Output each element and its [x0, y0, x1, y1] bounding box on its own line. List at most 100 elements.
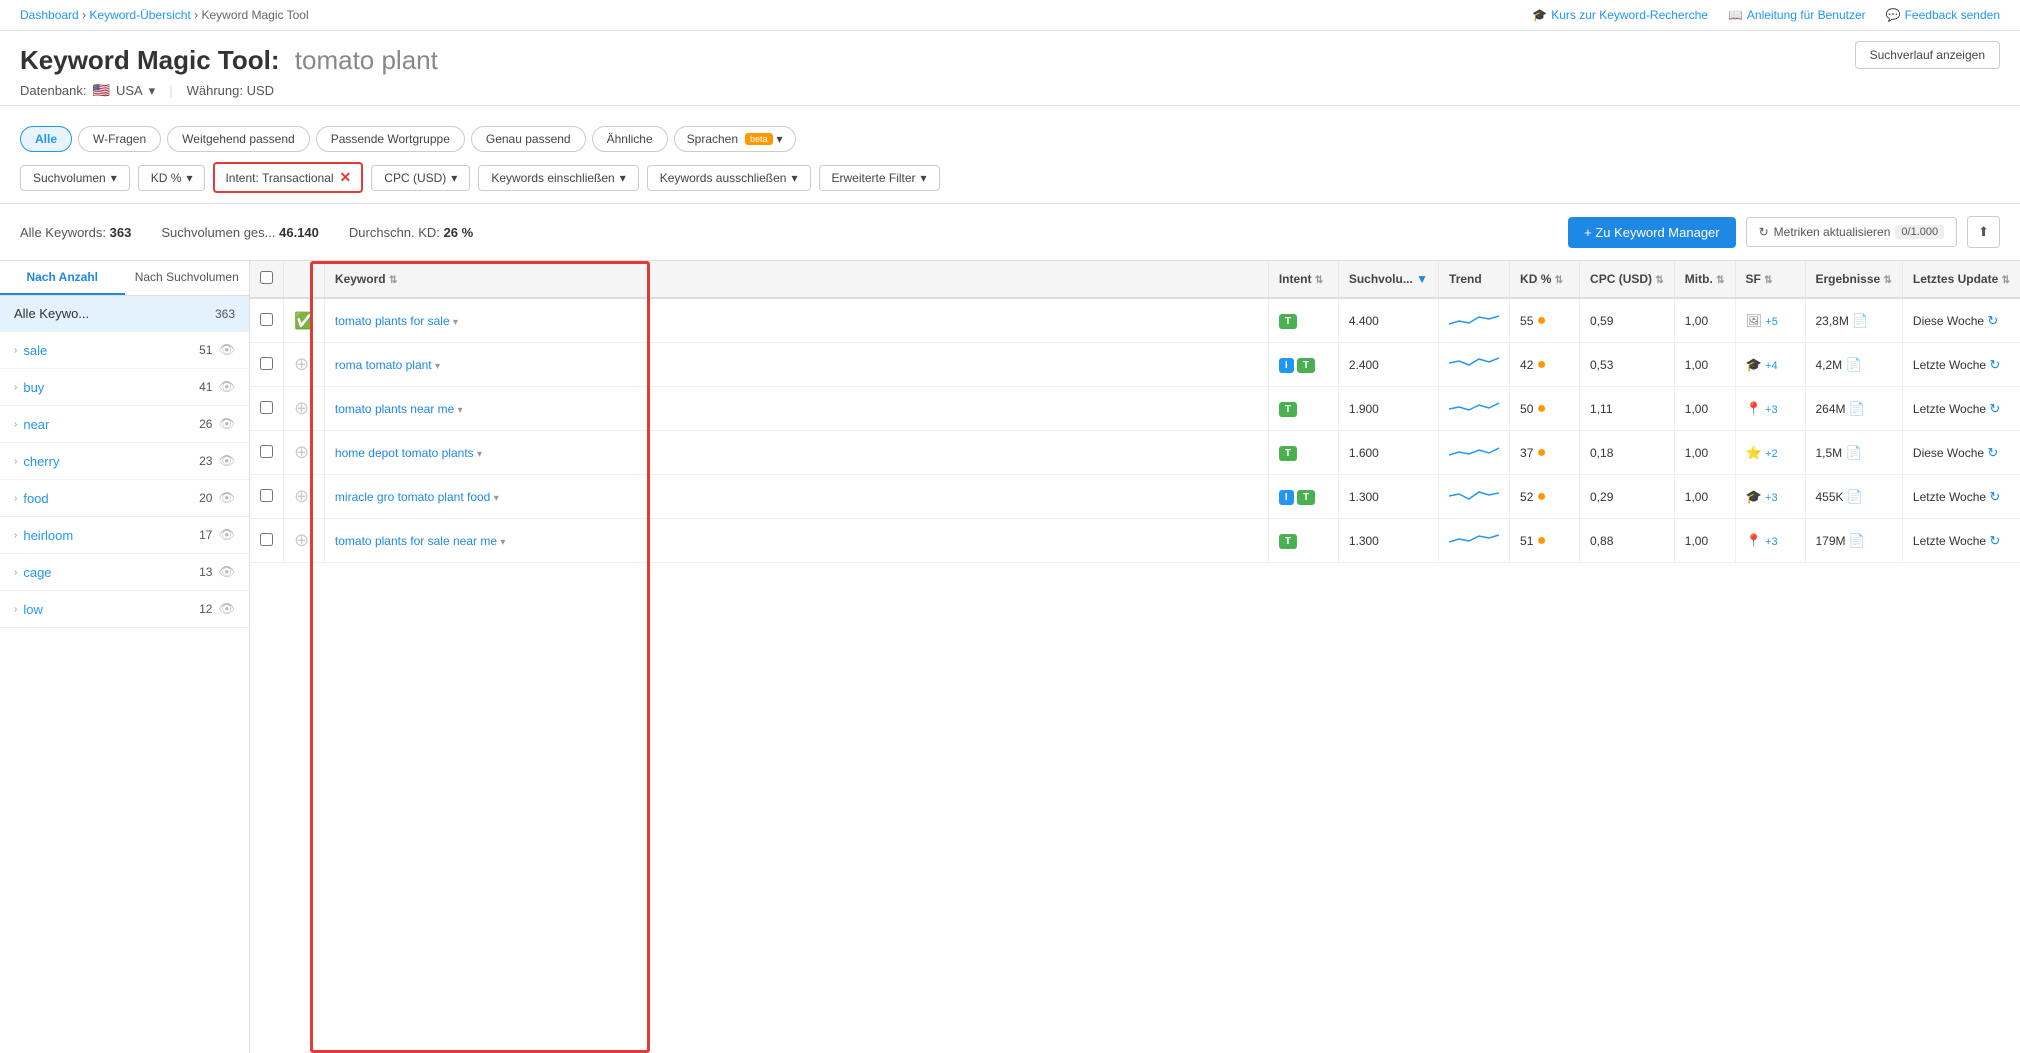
keyword-expand-icon[interactable]: ▾ — [435, 361, 440, 372]
country-dropdown-icon[interactable]: ▾ — [149, 83, 156, 99]
sidebar-tab-suchvolumen[interactable]: Nach Suchvolumen — [125, 261, 250, 295]
th-ergebnisse[interactable]: Ergebnisse ⇅ — [1805, 261, 1902, 298]
tab-passende[interactable]: Passende Wortgruppe — [316, 126, 465, 152]
eye-icon[interactable]: 👁 — [218, 379, 235, 395]
sidebar-item-food[interactable]: › food 20 👁 — [0, 480, 249, 517]
keyword-link[interactable]: tomato plants for sale — [335, 314, 450, 328]
row-checkbox[interactable] — [260, 401, 273, 414]
keyword-link[interactable]: miracle gro tomato plant food — [335, 490, 490, 504]
keyword-expand-icon[interactable]: ▾ — [458, 405, 463, 416]
graduate-sf-icon: 🎓 — [1746, 357, 1762, 372]
th-keyword[interactable]: Keyword ⇅ — [324, 261, 1268, 298]
refresh-icon[interactable]: ↻ — [1989, 401, 2000, 416]
th-intent[interactable]: Intent ⇅ — [1268, 261, 1338, 298]
th-trend[interactable]: Trend — [1439, 261, 1510, 298]
th-kd[interactable]: KD % ⇅ — [1510, 261, 1580, 298]
row-checkbox[interactable] — [260, 489, 273, 502]
eye-icon[interactable]: 👁 — [218, 601, 235, 617]
keyword-expand-icon[interactable]: ▾ — [500, 537, 505, 548]
row-cpc-cell: 0,18 — [1580, 431, 1675, 475]
row-checkbox[interactable] — [260, 445, 273, 458]
keyword-manager-button[interactable]: + Zu Keyword Manager — [1568, 217, 1735, 248]
sidebar-item-buy[interactable]: › buy 41 👁 — [0, 369, 249, 406]
chevron-down-icon: ▾ — [111, 171, 117, 185]
keyword-link[interactable]: tomato plants for sale near me — [335, 534, 497, 548]
intent-filter-close[interactable]: ✕ — [340, 169, 352, 186]
sidebar-item-cherry[interactable]: › cherry 23 👁 — [0, 443, 249, 480]
metriken-button[interactable]: ↻ Metriken aktualisieren 0/1.000 — [1746, 217, 1957, 247]
table-row: ⊕ miracle gro tomato plant food ▾ I T 1.… — [250, 475, 2020, 519]
row-checkbox[interactable] — [260, 357, 273, 370]
th-suchvolumen[interactable]: Suchvolu... ▼ — [1338, 261, 1438, 298]
sort-icon: ⇅ — [1764, 275, 1772, 286]
tab-genau[interactable]: Genau passend — [471, 126, 586, 152]
add-circle-icon[interactable]: ⊕ — [294, 442, 309, 462]
sidebar-item-near[interactable]: › near 26 👁 — [0, 406, 249, 443]
eye-icon[interactable]: 👁 — [218, 342, 235, 358]
sidebar-item-all[interactable]: Alle Keywo... 363 — [0, 296, 249, 332]
add-circle-icon[interactable]: ⊕ — [294, 486, 309, 506]
keywords-include-filter[interactable]: Keywords einschließen ▾ — [478, 165, 638, 191]
refresh-icon[interactable]: ↻ — [1989, 489, 2000, 504]
doc-icon: 📄 — [1849, 533, 1865, 548]
keyword-expand-icon[interactable]: ▾ — [477, 449, 482, 460]
keyword-link[interactable]: tomato plants near me — [335, 402, 454, 416]
tab-weitgehend[interactable]: Weitgehend passend — [167, 126, 310, 152]
suchverlauf-button[interactable]: Suchverlauf anzeigen — [1855, 41, 2000, 69]
sidebar-item-sale[interactable]: › sale 51 👁 — [0, 332, 249, 369]
tab-wfragen[interactable]: W-Fragen — [78, 126, 161, 152]
row-sf-cell: 📍 +3 — [1735, 387, 1805, 431]
keyword-link[interactable]: home depot tomato plants — [335, 446, 474, 460]
row-mitb-cell: 1,00 — [1674, 475, 1735, 519]
add-circle-icon[interactable]: ⊕ — [294, 354, 309, 374]
tab-ahnliche[interactable]: Ähnliche — [592, 126, 668, 152]
refresh-icon[interactable]: ↻ — [1987, 445, 1998, 460]
th-sf[interactable]: SF ⇅ — [1735, 261, 1805, 298]
row-intent-cell: T — [1268, 519, 1338, 563]
keyword-expand-icon[interactable]: ▾ — [494, 493, 499, 504]
kurs-link[interactable]: 🎓 Kurs zur Keyword-Recherche — [1532, 8, 1708, 22]
eye-icon[interactable]: 👁 — [218, 527, 235, 543]
row-checkbox-cell — [250, 298, 284, 343]
check-circle-icon[interactable]: ✅ — [294, 313, 314, 330]
sidebar-item-low[interactable]: › low 12 👁 — [0, 591, 249, 628]
sidebar-item-heirloom[interactable]: › heirloom 17 👁 — [0, 517, 249, 554]
th-update[interactable]: Letztes Update ⇅ — [1902, 261, 2020, 298]
sidebar-item-cage[interactable]: › cage 13 👁 — [0, 554, 249, 591]
anleitung-link[interactable]: 📖 Anleitung für Benutzer — [1728, 8, 1866, 22]
erweiterte-filter[interactable]: Erweiterte Filter ▾ — [819, 165, 940, 191]
filter-icon[interactable]: ▼ — [1416, 272, 1428, 286]
eye-icon[interactable]: 👁 — [218, 564, 235, 580]
row-trend-cell — [1439, 519, 1510, 563]
eye-icon[interactable]: 👁 — [218, 416, 235, 432]
kd-filter[interactable]: KD % ▾ — [138, 165, 206, 191]
refresh-icon[interactable]: ↻ — [1989, 533, 2000, 548]
eye-icon[interactable]: 👁 — [218, 453, 235, 469]
suchvolumen-filter[interactable]: Suchvolumen ▾ — [20, 165, 130, 191]
th-cpc[interactable]: CPC (USD) ⇅ — [1580, 261, 1675, 298]
row-action-cell: ⊕ — [284, 431, 325, 475]
tab-alle[interactable]: Alle — [20, 126, 72, 152]
select-all-checkbox[interactable] — [260, 271, 273, 284]
cpc-filter[interactable]: CPC (USD) ▾ — [371, 165, 470, 191]
refresh-icon[interactable]: ↻ — [1989, 357, 2000, 372]
chevron-down-icon: ▾ — [451, 171, 457, 185]
tab-sprachen[interactable]: Sprachen beta ▾ — [674, 126, 796, 152]
export-button[interactable]: ⬆ — [1967, 216, 2000, 248]
sidebar-tab-anzahl[interactable]: Nach Anzahl — [0, 261, 125, 295]
feedback-link[interactable]: 💬 Feedback senden — [1886, 8, 2000, 22]
eye-icon[interactable]: 👁 — [218, 490, 235, 506]
add-circle-icon[interactable]: ⊕ — [294, 530, 309, 550]
breadcrumb: Dashboard › Keyword-Übersicht › Keyword … — [20, 8, 309, 22]
add-circle-icon[interactable]: ⊕ — [294, 398, 309, 418]
th-mitb[interactable]: Mitb. ⇅ — [1674, 261, 1735, 298]
row-checkbox[interactable] — [260, 313, 273, 326]
keyword-expand-icon[interactable]: ▾ — [453, 317, 458, 328]
keywords-exclude-filter[interactable]: Keywords ausschließen ▾ — [647, 165, 811, 191]
breadcrumb-dashboard[interactable]: Dashboard — [20, 8, 79, 22]
refresh-icon[interactable]: ↻ — [1987, 313, 1998, 328]
row-suchvolumen-cell: 1.300 — [1338, 475, 1438, 519]
breadcrumb-keyword-ubersicht[interactable]: Keyword-Übersicht — [89, 8, 190, 22]
row-checkbox[interactable] — [260, 533, 273, 546]
keyword-link[interactable]: roma tomato plant — [335, 358, 432, 372]
